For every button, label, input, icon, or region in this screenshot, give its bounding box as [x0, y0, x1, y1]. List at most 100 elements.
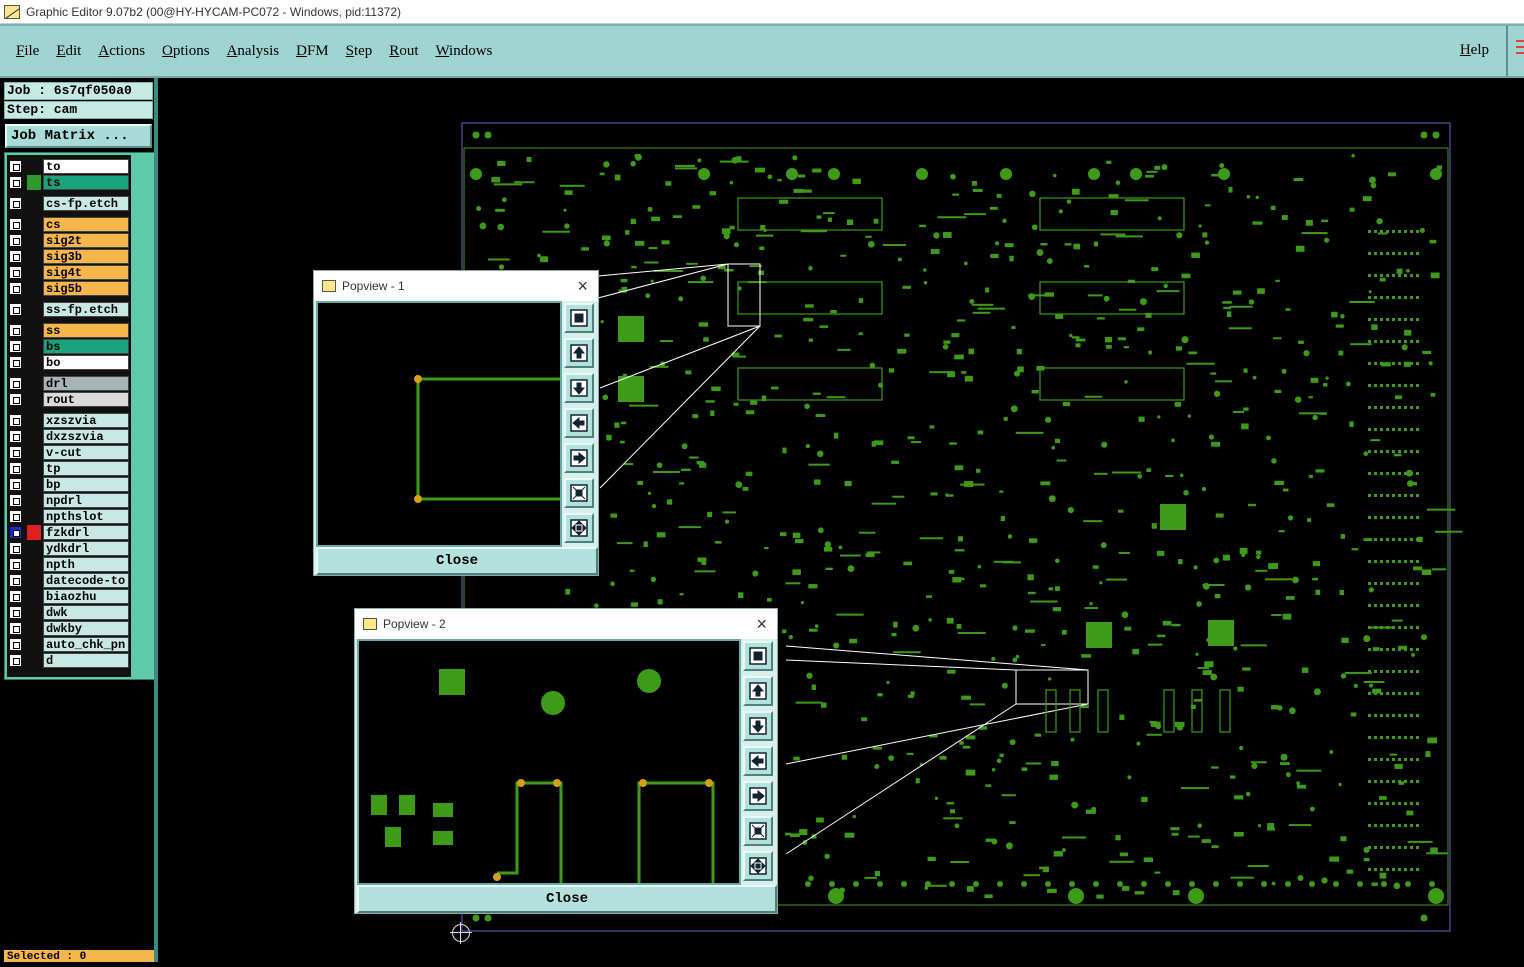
layer-color-swatch[interactable]	[27, 477, 41, 492]
layer-color-swatch[interactable]	[27, 323, 41, 338]
layer-checkbox[interactable]	[10, 591, 21, 602]
layer-name[interactable]: dwk	[43, 605, 129, 620]
popview-2-close-button[interactable]: Close	[357, 885, 777, 913]
layer-row-d[interactable]: d	[7, 653, 131, 668]
layer-checkbox[interactable]	[10, 357, 21, 368]
layer-checkbox[interactable]	[10, 415, 21, 426]
layer-row-ss-fp.etch[interactable]: ss-fp.etch	[7, 302, 131, 317]
layer-color-swatch[interactable]	[27, 196, 41, 211]
menu-windows[interactable]: Windows	[435, 43, 492, 60]
layer-row-npdrl[interactable]: npdrl	[7, 493, 131, 508]
layer-color-swatch[interactable]	[27, 461, 41, 476]
layer-checkbox[interactable]	[10, 655, 21, 666]
layer-color-swatch[interactable]	[27, 281, 41, 296]
pan-down-button[interactable]	[743, 711, 773, 741]
layer-name[interactable]: auto_chk_pn	[43, 637, 129, 652]
layer-row-auto_chk_pn[interactable]: auto_chk_pn	[7, 637, 131, 652]
zoom-out-button[interactable]	[743, 816, 773, 846]
layer-name[interactable]: drl	[43, 376, 129, 391]
menu-analysis[interactable]: Analysis	[227, 43, 280, 60]
layer-row-sig4t[interactable]: sig4t	[7, 265, 131, 280]
layer-row-cs-fp.etch[interactable]: cs-fp.etch	[7, 196, 131, 211]
layer-row-dwkby[interactable]: dwkby	[7, 621, 131, 636]
pan-left-button[interactable]	[564, 408, 594, 438]
popview-2-view[interactable]	[357, 639, 741, 885]
layer-name[interactable]: xzszvia	[43, 413, 129, 428]
layer-color-swatch[interactable]	[27, 392, 41, 407]
layer-name[interactable]: dxzszvia	[43, 429, 129, 444]
layer-row-npth[interactable]: npth	[7, 557, 131, 572]
layer-color-swatch[interactable]	[27, 621, 41, 636]
layer-name[interactable]: bp	[43, 477, 129, 492]
layer-list[interactable]: to ts cs-fp.etch cs sig2t sig3b sig4t sig5b ss-f…	[7, 155, 131, 677]
layer-checkbox[interactable]	[10, 527, 21, 538]
menu-actions[interactable]: Actions	[98, 43, 145, 60]
layer-row-datecode-to[interactable]: datecode-to	[7, 573, 131, 588]
layer-name[interactable]: sig5b	[43, 281, 129, 296]
layer-name[interactable]: fzkdrl	[43, 525, 129, 540]
layer-name[interactable]: biaozhu	[43, 589, 129, 604]
layer-checkbox[interactable]	[10, 251, 21, 262]
layer-name[interactable]: sig3b	[43, 249, 129, 264]
layer-checkbox[interactable]	[10, 575, 21, 586]
layer-checkbox[interactable]	[10, 378, 21, 389]
layer-name[interactable]: rout	[43, 392, 129, 407]
zoom-in-button[interactable]	[743, 851, 773, 881]
layer-checkbox[interactable]	[10, 394, 21, 405]
layer-checkbox[interactable]	[10, 639, 21, 650]
layer-color-swatch[interactable]	[27, 376, 41, 391]
layer-color-swatch[interactable]	[27, 302, 41, 317]
layer-checkbox[interactable]	[10, 177, 21, 188]
layer-color-swatch[interactable]	[27, 265, 41, 280]
zoom-fit-button[interactable]	[564, 303, 594, 333]
layer-color-swatch[interactable]	[27, 445, 41, 460]
popview-2-window[interactable]: Popview - 2 × Close	[354, 608, 778, 914]
layer-name[interactable]: sig2t	[43, 233, 129, 248]
layer-name[interactable]: sig4t	[43, 265, 129, 280]
job-matrix-button[interactable]: Job Matrix ...	[5, 124, 152, 148]
layer-color-swatch[interactable]	[27, 637, 41, 652]
layer-row-dwk[interactable]: dwk	[7, 605, 131, 620]
layer-name[interactable]: dwkby	[43, 621, 129, 636]
layer-checkbox[interactable]	[10, 235, 21, 246]
layer-name[interactable]: bs	[43, 339, 129, 354]
layer-name[interactable]: bo	[43, 355, 129, 370]
layer-row-dxzszvia[interactable]: dxzszvia	[7, 429, 131, 444]
popview-1-view[interactable]	[316, 301, 562, 547]
menu-file[interactable]: File	[16, 43, 39, 60]
layer-checkbox[interactable]	[10, 511, 21, 522]
layer-color-swatch[interactable]	[27, 557, 41, 572]
layer-name[interactable]: tp	[43, 461, 129, 476]
layer-row-sig2t[interactable]: sig2t	[7, 233, 131, 248]
layer-color-swatch[interactable]	[27, 339, 41, 354]
layer-name[interactable]: npthslot	[43, 509, 129, 524]
layer-row-cs[interactable]: cs	[7, 217, 131, 232]
layer-row-bp[interactable]: bp	[7, 477, 131, 492]
layer-row-xzszvia[interactable]: xzszvia	[7, 413, 131, 428]
side-panel-handle[interactable]	[1506, 26, 1524, 76]
layer-row-biaozhu[interactable]: biaozhu	[7, 589, 131, 604]
layer-color-swatch[interactable]	[27, 159, 41, 174]
layer-checkbox[interactable]	[10, 559, 21, 570]
menu-edit[interactable]: Edit	[56, 43, 81, 60]
layer-name[interactable]: ts	[43, 175, 129, 190]
layer-color-swatch[interactable]	[27, 355, 41, 370]
layer-color-swatch[interactable]	[27, 217, 41, 232]
menu-help[interactable]: Help	[1460, 42, 1489, 59]
pan-up-button[interactable]	[743, 676, 773, 706]
layer-name[interactable]: ss	[43, 323, 129, 338]
layer-name[interactable]: d	[43, 653, 129, 668]
layer-checkbox[interactable]	[10, 283, 21, 294]
layer-name[interactable]: ss-fp.etch	[43, 302, 129, 317]
layer-color-swatch[interactable]	[27, 175, 41, 190]
layer-checkbox[interactable]	[10, 447, 21, 458]
zoom-fit-button[interactable]	[743, 641, 773, 671]
layer-name[interactable]: v-cut	[43, 445, 129, 460]
layer-name[interactable]: npth	[43, 557, 129, 572]
layer-color-swatch[interactable]	[27, 525, 41, 540]
pan-right-button[interactable]	[743, 781, 773, 811]
menu-options[interactable]: Options	[162, 43, 210, 60]
layer-row-ss[interactable]: ss	[7, 323, 131, 338]
layer-color-swatch[interactable]	[27, 429, 41, 444]
popview-2-titlebar[interactable]: Popview - 2 ×	[355, 609, 777, 639]
